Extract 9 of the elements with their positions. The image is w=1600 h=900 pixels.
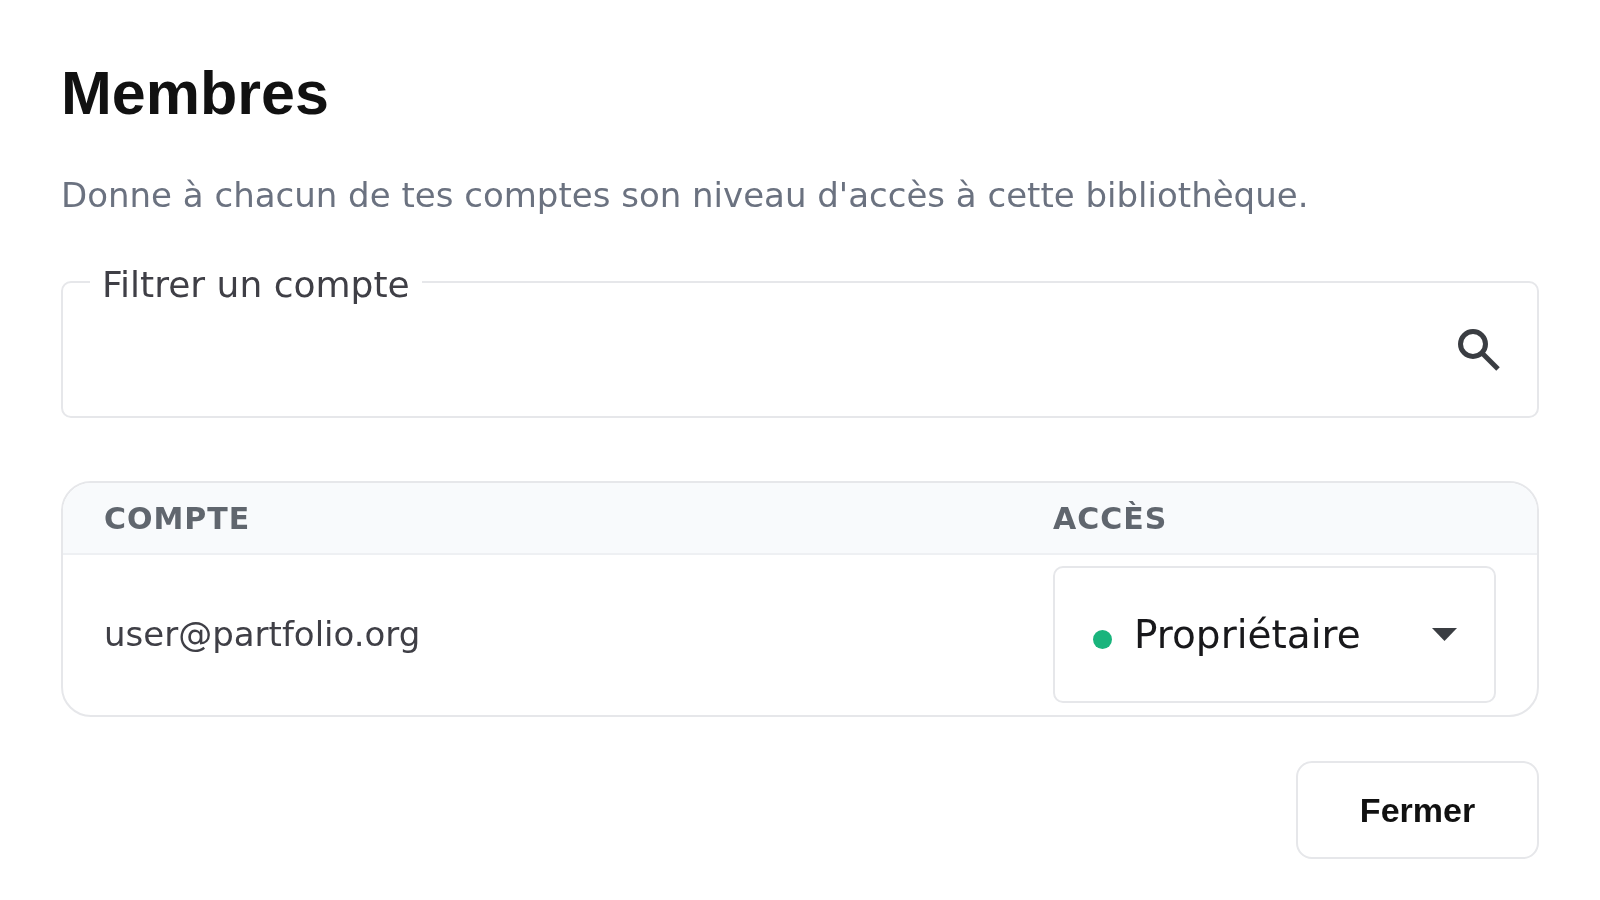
- dialog-title: Membres: [61, 63, 329, 124]
- table-cell: user@partfolio.org: [104, 614, 421, 655]
- search-icon: [1457, 328, 1500, 371]
- close-button[interactable]: Fermer: [1296, 761, 1539, 859]
- dialog-description: Donne à chacun de tes comptes son niveau d'accès à cette bibliothèque.: [61, 175, 1309, 216]
- access-select[interactable]: Propriétaire: [1053, 566, 1496, 703]
- caret-icon: [1432, 628, 1457, 641]
- column-header: ACCÈS: [1053, 500, 1168, 536]
- column-header: COMPTE: [104, 500, 251, 536]
